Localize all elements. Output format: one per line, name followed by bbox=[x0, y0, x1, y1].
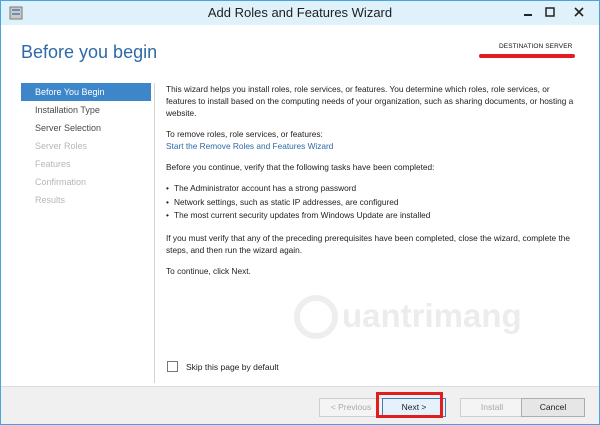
annotation-red-underline bbox=[479, 54, 575, 58]
continue-note: To continue, click Next. bbox=[166, 265, 251, 276]
maximize-icon bbox=[539, 7, 561, 17]
nav-divider bbox=[154, 83, 155, 383]
list-item: • The Administrator account has a strong… bbox=[166, 182, 576, 196]
content-panel: This wizard helps you install roles, rol… bbox=[166, 83, 576, 286]
close-icon bbox=[561, 7, 597, 17]
nav-item-features: Features bbox=[35, 159, 71, 169]
bullet-icon: • bbox=[166, 196, 169, 207]
minimize-icon bbox=[517, 7, 539, 17]
task-text: Network settings, such as static IP addr… bbox=[174, 196, 399, 207]
wizard-footer: < Previous Next > Install Cancel bbox=[1, 386, 599, 424]
skip-page-option[interactable]: Skip this page by default bbox=[167, 361, 279, 372]
task-text: The Administrator account has a strong p… bbox=[174, 183, 357, 193]
nav-item-installation-type[interactable]: Installation Type bbox=[21, 101, 151, 119]
nav-item-results: Results bbox=[35, 195, 66, 205]
watermark-logo-icon bbox=[294, 295, 338, 339]
wizard-window: Add Roles and Features Wizard Before you… bbox=[0, 0, 600, 425]
skip-page-label: Skip this page by default bbox=[186, 361, 279, 372]
previous-button[interactable]: < Previous bbox=[319, 398, 383, 417]
bullet-icon: • bbox=[166, 210, 169, 220]
close-button[interactable] bbox=[561, 3, 597, 21]
cancel-button[interactable]: Cancel bbox=[521, 398, 585, 417]
remove-roles-link[interactable]: Start the Remove Roles and Features Wiza… bbox=[166, 140, 576, 152]
intro-text: This wizard helps you install roles, rol… bbox=[166, 84, 574, 118]
destination-server-label: DESTINATION SERVER bbox=[499, 43, 573, 50]
prerequisite-list: • The Administrator account has a strong… bbox=[166, 182, 576, 223]
prerequisite-note: If you must verify that any of the prece… bbox=[166, 232, 571, 255]
minimize-button[interactable] bbox=[517, 3, 539, 21]
task-text: The most current security updates from W… bbox=[174, 210, 431, 220]
verify-intro: Before you continue, verify that the fol… bbox=[166, 162, 435, 172]
nav-item-server-roles: Server Roles bbox=[35, 141, 88, 151]
maximize-button[interactable] bbox=[539, 3, 561, 21]
page-title: Before you begin bbox=[21, 42, 158, 62]
nav-item-confirmation: Confirmation bbox=[35, 177, 87, 187]
wizard-steps-nav: Before You Begin Installation Type Serve… bbox=[21, 83, 151, 209]
watermark: uantrimang bbox=[294, 291, 534, 351]
title-bar[interactable]: Add Roles and Features Wizard bbox=[1, 1, 599, 25]
nav-item-server-selection[interactable]: Server Selection bbox=[21, 119, 151, 137]
bullet-icon: • bbox=[166, 183, 169, 193]
nav-item-before-you-begin[interactable]: Before You Begin bbox=[21, 83, 151, 101]
install-button[interactable]: Install bbox=[460, 398, 524, 417]
window-title: Add Roles and Features Wizard bbox=[207, 5, 393, 20]
list-item: • Network settings, such as static IP ad… bbox=[166, 196, 576, 210]
wizard-header: Before you begin DESTINATION SERVER bbox=[1, 25, 599, 69]
annotation-red-box bbox=[376, 392, 443, 418]
list-item: • The most current security updates from… bbox=[166, 209, 576, 223]
watermark-text: uantrimang bbox=[342, 297, 522, 334]
remove-label: To remove roles, role services, or featu… bbox=[166, 129, 323, 139]
skip-page-checkbox[interactable] bbox=[167, 361, 178, 372]
